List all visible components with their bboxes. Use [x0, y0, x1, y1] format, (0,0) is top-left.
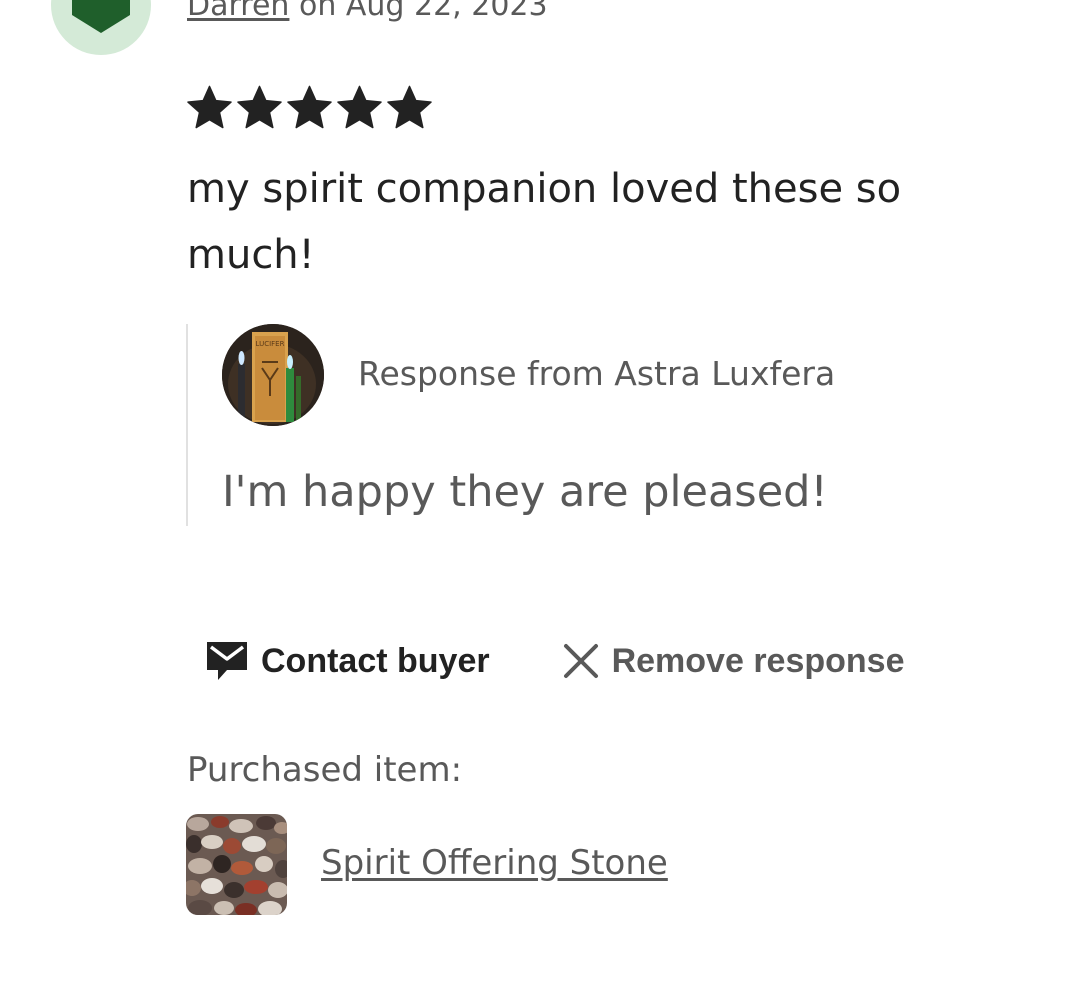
response-from: Response from Astra Luxfera [358, 354, 836, 393]
response-text: I'm happy they are pleased! [222, 467, 828, 517]
reviewer-avatar[interactable] [51, 0, 151, 55]
contact-buyer-button[interactable]: Contact buyer [205, 640, 490, 682]
star-rating [186, 84, 433, 130]
item-thumbnail[interactable] [186, 814, 287, 915]
star-filled-icon [386, 84, 433, 130]
remove-response-label: Remove response [611, 641, 905, 680]
contact-buyer-label: Contact buyer [261, 641, 490, 680]
review-text: my spirit companion loved these so much! [187, 166, 902, 278]
seller-response: LUCIFER Response from Astra Luxfera I'm … [186, 324, 968, 526]
remove-response-button[interactable]: Remove response [562, 642, 905, 681]
review-actions: Contact buyer Remove response [205, 636, 905, 686]
star-filled-icon [336, 84, 383, 130]
stones-image [186, 814, 287, 915]
purchased-item-label: Purchased item: [187, 750, 463, 790]
star-filled-icon [286, 84, 333, 130]
purchased-item-link[interactable]: Spirit Offering Stone [321, 840, 668, 886]
review-meta: Darren on Aug 22, 2023 [187, 0, 548, 26]
reviewer-name-link[interactable]: Darren [187, 0, 289, 23]
candle-altar-image: LUCIFER [222, 324, 324, 426]
envelope-icon [205, 640, 249, 682]
svg-text:LUCIFER: LUCIFER [256, 340, 285, 348]
star-filled-icon [236, 84, 283, 130]
close-icon [562, 642, 600, 680]
reviewer-avatar-icon [72, 0, 130, 33]
review-date: on Aug 22, 2023 [289, 0, 548, 23]
shop-avatar[interactable]: LUCIFER [222, 324, 324, 426]
star-filled-icon [186, 84, 233, 130]
